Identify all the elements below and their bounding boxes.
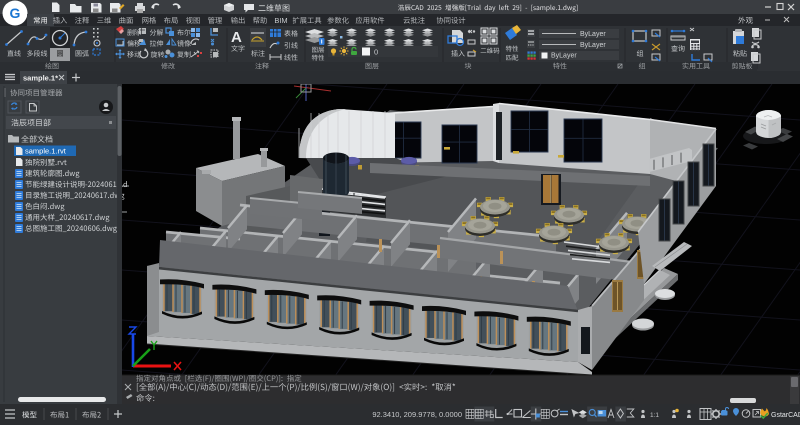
svg-text:sample.1*: sample.1* — [23, 74, 58, 83]
svg-text:ByLayer: ByLayer — [551, 53, 577, 60]
svg-text:G: G — [10, 5, 21, 21]
svg-text:92.3410, 209.9778, 0.0000: 92.3410, 209.9778, 0.0000 — [372, 410, 462, 419]
svg-text:BIM: BIM — [274, 16, 287, 25]
svg-text:GstarCAD: GstarCAD — [771, 412, 800, 419]
svg-text:A: A — [231, 29, 242, 46]
svg-text:1:1: 1:1 — [650, 412, 659, 419]
svg-text:ByLayer: ByLayer — [580, 42, 606, 49]
svg-text:ByLayer: ByLayer — [580, 31, 606, 38]
svg-text:0: 0 — [374, 48, 378, 57]
svg-text:sample.1.rvt: sample.1.rvt — [25, 147, 67, 156]
